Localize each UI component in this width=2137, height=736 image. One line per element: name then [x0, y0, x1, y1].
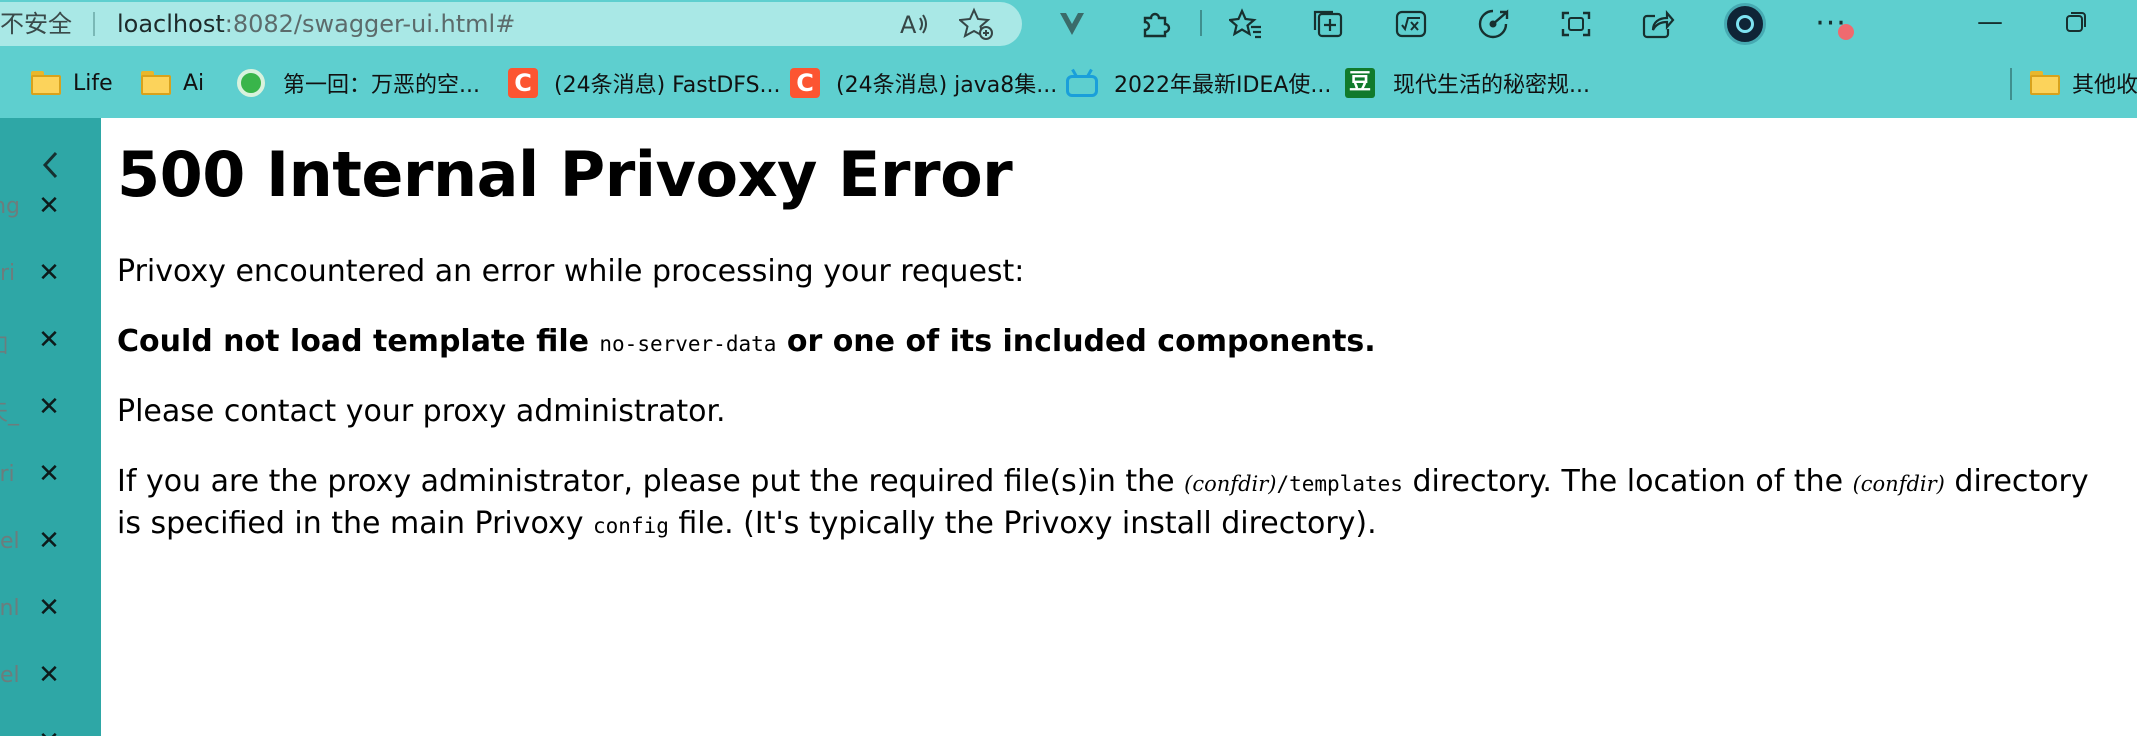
tab-title: ing [0, 194, 21, 219]
tab-item[interactable]: del ✕ [0, 521, 101, 561]
admin-instructions: If you are the proxy administrator, plea… [117, 462, 2117, 546]
bilibili-icon [1066, 68, 1098, 97]
bookmark-label: 2022年最新IDEA使... [1114, 73, 1332, 98]
share-icon[interactable] [1638, 4, 1678, 44]
error-suffix: or one of its included components. [776, 324, 1376, 359]
bookmark-life[interactable]: Life [31, 63, 113, 103]
csdn-icon: C [790, 68, 820, 98]
bookmark-ai[interactable]: Ai [141, 63, 204, 103]
config-file-name: config [593, 514, 669, 538]
collapse-panel-icon[interactable] [36, 148, 66, 182]
admin-text-2: directory. The location of the [1402, 464, 1853, 499]
douban-icon: 豆 [1345, 68, 1375, 98]
admin-text-1: If you are the proxy administrator, plea… [117, 464, 1185, 499]
maximize-button[interactable] [2046, 0, 2106, 44]
notification-dot [1838, 24, 1854, 40]
close-tab-icon[interactable]: ✕ [34, 722, 64, 736]
math-solver-icon[interactable] [1391, 4, 1431, 44]
tab-item[interactable]: pri ✕ [0, 253, 101, 293]
url-text[interactable]: loaclhost:8082/swagger-ui.html# [117, 2, 515, 46]
toolbar-divider [1200, 10, 1202, 36]
tab-item[interactable]: enl ✕ [0, 588, 101, 628]
close-tab-icon[interactable]: ✕ [34, 253, 64, 293]
template-file-name: no-server-data [599, 332, 777, 356]
csdn-icon: C [508, 68, 538, 98]
bookmark-java8[interactable]: C (24条消息) java8集... [790, 63, 1057, 103]
read-aloud-icon[interactable]: A [896, 2, 932, 46]
bookmark-label: (24条消息) FastDFS... [554, 73, 781, 98]
profile-ring [1736, 15, 1754, 33]
tab-title: enl [0, 596, 20, 621]
confdir-variable: (confdir) [1184, 472, 1277, 496]
tab-title: pri [0, 261, 16, 286]
browser-toolbar: 不安全 loaclhost:8082/swagger-ui.html# A ··… [0, 0, 2137, 48]
bookmark-label: 现代生活的秘密规... [1393, 73, 1590, 98]
bookmark-first-chapter[interactable]: 第一回：万恶的空... [237, 63, 480, 103]
minimize-button[interactable]: — [1960, 0, 2020, 44]
confdir-variable: (confdir) [1852, 472, 1945, 496]
close-tab-icon[interactable]: ✕ [34, 454, 64, 494]
green-circle-icon [237, 69, 265, 97]
close-tab-icon[interactable]: ✕ [34, 655, 64, 695]
profile-icon[interactable] [1724, 3, 1766, 45]
folder-icon [2030, 71, 2060, 95]
extensions-icon[interactable] [1135, 4, 1175, 44]
admin-text-4: file. (It's typically the Privoxy instal… [668, 506, 1377, 541]
url-path: :8082/swagger-ui.html# [224, 10, 516, 38]
error-prefix: Could not load template file [117, 324, 600, 359]
url-host: loaclhost [117, 10, 225, 38]
folder-icon [31, 71, 61, 95]
bookmark-other[interactable]: 其他收 [2030, 63, 2137, 103]
screenshot-icon[interactable] [1556, 4, 1596, 44]
collections-icon[interactable] [1308, 4, 1348, 44]
address-divider [93, 12, 95, 36]
bookmark-label: 第一回：万恶的空... [283, 73, 480, 98]
tab-title: ori [0, 462, 15, 487]
error-message: Could not load template file no-server-d… [117, 322, 2117, 364]
templates-path: /templates [1276, 472, 1403, 496]
folder-icon [141, 71, 171, 95]
tab-title: del [0, 529, 20, 554]
tab-title: 如 [0, 328, 26, 360]
tab-item[interactable]: ing ✕ [0, 186, 101, 226]
web-capture-icon[interactable] [1474, 4, 1514, 44]
bookmark-label: Ai [183, 70, 205, 96]
bookmark-label: (24条消息) java8集... [836, 73, 1058, 98]
close-tab-icon[interactable]: ✕ [34, 588, 64, 628]
bookmarks-divider [2010, 68, 2012, 100]
intro-text: Privoxy encountered an error while proce… [117, 254, 1025, 289]
tab-title: 天_ [0, 401, 20, 426]
bookmark-label: Life [73, 70, 113, 96]
page-title: 500 Internal Privoxy Error [117, 138, 1013, 211]
bookmark-idea[interactable]: 2022年最新IDEA使... [1066, 63, 1331, 103]
security-indicator[interactable]: 不安全 [0, 2, 72, 46]
tab-item[interactable]: ori ✕ [0, 454, 101, 494]
tab-item[interactable]: ✕ [0, 722, 101, 736]
svg-text:A: A [900, 11, 917, 39]
address-bar[interactable]: 不安全 loaclhost:8082/swagger-ui.html# A [0, 2, 1022, 46]
tab-item[interactable]: del ✕ [0, 655, 101, 695]
bookmark-label: 其他收 [2072, 73, 2137, 98]
tab-item[interactable]: 天_ ✕ [0, 387, 101, 427]
contact-text: Please contact your proxy administrator. [117, 394, 726, 429]
tab-item[interactable]: 如 ✕ [0, 320, 101, 360]
close-tab-icon[interactable]: ✕ [34, 387, 64, 427]
add-favorite-icon[interactable] [957, 2, 994, 46]
bookmark-modern-life[interactable]: 豆 现代生活的秘密规... [1345, 63, 1590, 103]
close-tab-icon[interactable]: ✕ [34, 320, 64, 360]
vertical-tabs-panel: ing ✕ pri ✕ 如 ✕ 天_ ✕ ori ✕ del ✕ enl ✕ d… [0, 118, 101, 736]
close-tab-icon[interactable]: ✕ [34, 186, 64, 226]
tab-title: del [0, 663, 20, 688]
extension-v-icon[interactable] [1052, 4, 1092, 44]
favorites-icon[interactable] [1226, 4, 1266, 44]
page-content: 500 Internal Privoxy Error Privoxy encou… [101, 118, 2137, 736]
close-tab-icon[interactable]: ✕ [34, 521, 64, 561]
bookmark-fastdfs[interactable]: C (24条消息) FastDFS... [508, 63, 781, 103]
bookmarks-bar: Life Ai 第一回：万恶的空... C (24条消息) FastDFS...… [0, 48, 2137, 118]
